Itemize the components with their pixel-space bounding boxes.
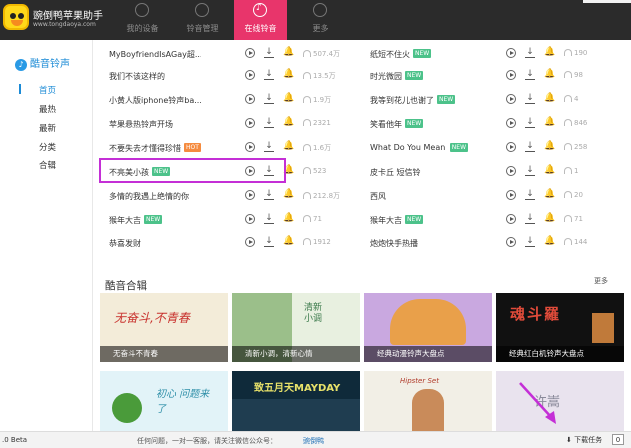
status-bar: .0 Beta 任何问题，一对一客服，请关注微信公众号： 豌倒鸭 ⬇ 下载任务 … bbox=[0, 431, 631, 448]
download-tasks-label: 下载任务 bbox=[574, 436, 603, 444]
download-icon: ⬇ bbox=[566, 436, 575, 444]
annotation-arrow-icon bbox=[519, 382, 556, 424]
app-window: 豌倒鸭苹果助手 www.tongdaoya.com 我的设备 铃音管理 在线铃音… bbox=[0, 0, 631, 448]
version-label: .0 Beta bbox=[2, 436, 28, 444]
wechat-link[interactable]: 豌倒鸭 bbox=[303, 436, 324, 446]
notice-text: 任何问题，一对一客服，请关注微信公众号： bbox=[137, 437, 277, 445]
download-tasks-button[interactable]: ⬇ 下载任务 bbox=[566, 435, 602, 445]
download-count-badge: 0 bbox=[612, 434, 624, 445]
